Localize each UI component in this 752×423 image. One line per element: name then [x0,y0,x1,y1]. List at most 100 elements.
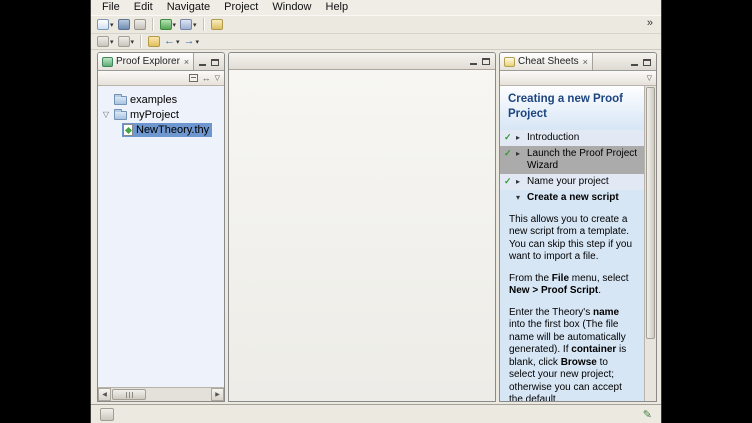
step-name-project[interactable]: ✓ ▸ Name your project [500,174,644,190]
dropdown-arrow-icon[interactable]: ▾ [193,21,197,29]
text-run-bold: Browse [561,357,597,368]
menu-navigate[interactable]: Navigate [160,0,217,15]
back-button[interactable]: ← ▾ [163,35,181,49]
cheat-sheet-step-body: This allows you to create a new script f… [500,206,644,401]
next-annotation-button[interactable]: ▾ [96,35,115,49]
project-tree: examples ▽ myProject NewTheory.thy [98,86,224,387]
last-edit-location-icon [148,36,160,47]
check-icon: ✓ [504,148,514,159]
theory-file-icon [123,124,133,136]
horizontal-scrollbar[interactable]: ◀ ▶ [98,387,224,401]
step-label: Name your project [527,176,642,188]
menu-file[interactable]: File [95,0,127,15]
fast-view-icon[interactable] [100,408,114,421]
vertical-scrollbar[interactable] [644,86,656,401]
dropdown-arrow-icon[interactable]: ▾ [173,21,177,29]
cheat-sheet-content-wrap: Creating a new Proof Project ✓ ▸ Introdu… [500,86,656,401]
text-run: Enter the Theory's [509,307,593,318]
debug-button[interactable]: ▾ [179,18,198,32]
proof-explorer-tabrow: Proof Explorer × [98,53,224,71]
last-edit-location-button[interactable] [147,35,161,49]
menu-window[interactable]: Window [265,0,318,15]
tree-item-newtheory[interactable]: NewTheory.thy [98,122,224,137]
chevron-down-icon[interactable]: ▾ [516,192,525,203]
forward-button[interactable]: → ▾ [183,35,201,49]
close-icon[interactable]: × [583,57,588,67]
maximize-icon [482,58,490,65]
close-icon[interactable]: × [184,57,189,67]
menu-edit[interactable]: Edit [127,0,160,15]
search-button[interactable] [210,18,224,32]
minimize-button[interactable] [197,57,207,67]
run-button[interactable]: ▾ [159,18,178,32]
tree-item-examples[interactable]: examples [98,92,224,107]
cheatsheet-paragraph: From the File menu, select New > Proof S… [509,273,636,298]
proof-explorer-view: Proof Explorer × ↔ ▽ [97,52,225,402]
menu-bar: File Edit Navigate Project Window Help [91,0,661,15]
minimize-button[interactable] [629,57,639,67]
minimize-icon [631,64,638,66]
toolbar-separator [203,18,205,31]
menu-project[interactable]: Project [217,0,265,15]
chevron-right-icon[interactable]: ▸ [516,176,525,187]
view-menu-icon[interactable]: ▽ [647,74,652,82]
toolbar-overflow-chevron[interactable]: » [647,17,653,29]
scrollbar-track[interactable] [111,388,211,401]
print-button[interactable] [133,18,147,32]
tree-item-myproject[interactable]: ▽ myProject [98,107,224,122]
previous-annotation-button[interactable]: ▾ [117,35,136,49]
pencil-icon[interactable]: ✎ [643,408,652,421]
maximize-icon [211,59,219,66]
step-label: Introduction [527,132,642,144]
view-menu-icon[interactable]: ▽ [215,74,220,82]
maximize-button[interactable] [481,56,491,66]
folder-icon [114,96,127,105]
save-button[interactable] [117,18,131,32]
new-wizard-button[interactable]: ▾ [96,18,115,32]
step-create-script[interactable]: ▾ Create a new script [500,190,644,206]
cheatsheet-paragraph: This allows you to create a new script f… [509,214,636,264]
scrollbar-thumb[interactable] [646,87,655,339]
editor-area [228,52,496,402]
expander-icon[interactable]: ▽ [101,110,111,119]
scroll-right-button[interactable]: ▶ [211,388,224,401]
maximize-button[interactable] [210,57,220,67]
scroll-left-button[interactable]: ◀ [98,388,111,401]
search-icon [211,19,223,30]
maximize-button[interactable] [642,57,652,67]
proof-explorer-toolbar: ↔ ▽ [98,71,224,86]
workbench-area: Proof Explorer × ↔ ▽ [91,50,661,404]
menu-help[interactable]: Help [319,0,356,15]
dropdown-arrow-icon[interactable]: ▾ [110,21,114,29]
dropdown-arrow-icon[interactable]: ▾ [196,38,200,46]
previous-annotation-icon [118,36,130,47]
check-icon: ✓ [504,176,514,187]
dropdown-arrow-icon[interactable]: ▾ [110,38,114,46]
text-run: menu, select [569,273,628,284]
minimize-button[interactable] [468,56,478,66]
selected-tree-item[interactable]: NewTheory.thy [122,123,212,137]
step-launch-wizard[interactable]: ✓ ▸ Launch the Proof Project Wizard [500,146,644,174]
dropdown-arrow-icon[interactable]: ▾ [176,38,180,46]
chevron-right-icon[interactable]: ▸ [516,148,525,159]
tab-cheat-sheets[interactable]: Cheat Sheets × [500,53,593,70]
step-label: Create a new script [527,192,642,204]
editor-canvas[interactable] [229,70,495,401]
text-run: . [598,285,601,296]
tab-proof-explorer[interactable]: Proof Explorer × [98,53,194,70]
text-run-bold: New > Proof Script [509,285,598,296]
scrollbar-thumb[interactable] [112,389,146,400]
step-introduction[interactable]: ✓ ▸ Introduction [500,130,644,146]
view-window-buttons [629,53,656,70]
grip-dot [126,392,127,398]
link-with-editor-icon[interactable]: ↔ [202,74,211,83]
text-run-bold: name [593,307,619,318]
collapse-all-icon[interactable] [189,74,198,82]
grip-dot [132,392,133,398]
print-icon [134,19,146,30]
chevron-right-icon[interactable]: ▸ [516,132,525,143]
tree-item-label: NewTheory.thy [136,124,209,136]
minimize-icon [470,63,477,65]
toolbar-separator [152,18,154,31]
dropdown-arrow-icon[interactable]: ▾ [131,38,135,46]
